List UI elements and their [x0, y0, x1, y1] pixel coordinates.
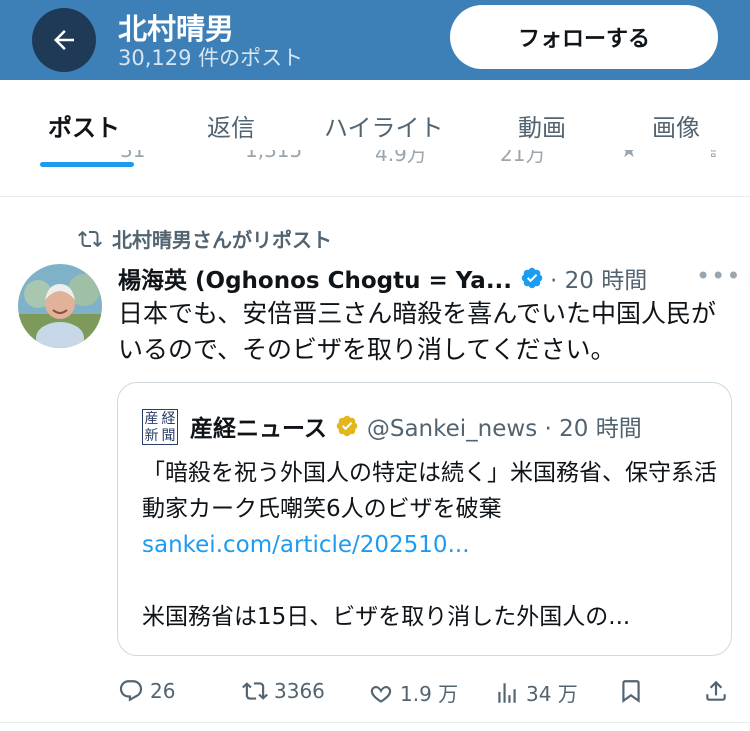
- prev-bookmark-icon[interactable]: ★: [620, 150, 638, 162]
- repost-button[interactable]: 3366: [242, 678, 325, 704]
- post-divider: [0, 196, 750, 197]
- repost-icon: [78, 230, 102, 247]
- profile-header: 北村晴男 30,129 件のポスト フォローする: [0, 0, 750, 80]
- share-icon: [706, 680, 726, 701]
- verified-badge-icon: [521, 267, 543, 289]
- repost-context[interactable]: 北村晴男さんがリポスト: [78, 224, 332, 253]
- previous-post-actions: 31 1,315 4.9万 21万 ★ ⇪: [0, 150, 750, 172]
- post-time[interactable]: · 20 時間: [550, 261, 647, 295]
- quoted-body-text: 米国務省は15日、ビザを取り消した外国人の...: [142, 604, 631, 630]
- prev-like-count: 4.9万: [375, 150, 427, 166]
- repost-count: 3366: [274, 679, 325, 703]
- views-button[interactable]: 34 万: [494, 678, 578, 707]
- arrow-left-icon: [54, 30, 74, 50]
- quoted-author-line: 産経ニュース @Sankei_news · 20 時間: [190, 409, 642, 443]
- share-button[interactable]: [703, 678, 729, 704]
- back-button[interactable]: [32, 8, 96, 72]
- quoted-headline: 「暗殺を祝う外国人の特定は続く」米国務省、保守系活動家カーク氏嘲笑6人のビザを破…: [142, 460, 717, 522]
- repost-icon: [242, 682, 268, 700]
- prev-reply-count: 31: [120, 150, 146, 162]
- heart-icon: [370, 685, 392, 703]
- view-count: 34 万: [526, 682, 578, 706]
- author-avatar[interactable]: [18, 264, 102, 348]
- like-button[interactable]: 1.9 万: [368, 678, 458, 707]
- quoted-handle-time: @Sankei_news · 20 時間: [366, 416, 642, 442]
- prev-repost-count: 1,315: [245, 150, 303, 162]
- bottom-divider: [0, 722, 750, 723]
- tab-videos[interactable]: 動画: [518, 108, 566, 143]
- quoted-post-card[interactable]: 産 経 新 聞 産経ニュース @Sankei_news · 20 時間 「暗殺を…: [117, 382, 732, 656]
- post-text: 日本でも、安倍晋三さん暗殺を喜んでいた中国人民がいるので、そのビザを取り消してく…: [118, 299, 717, 364]
- bookmark-button[interactable]: [618, 678, 644, 704]
- prev-share-icon[interactable]: ⇪: [705, 150, 722, 162]
- repost-context-text: 北村晴男さんがリポスト: [112, 228, 332, 252]
- quoted-text: 「暗殺を祝う外国人の特定は続く」米国務省、保守系活動家カーク氏嘲笑6人のビザを破…: [142, 455, 722, 563]
- reply-button[interactable]: 26: [118, 678, 175, 704]
- like-count: 1.9 万: [400, 682, 459, 706]
- bookmark-icon: [622, 680, 640, 703]
- post-author-line: 楊海英 (Oghonos Chogtu = Ya... · 20 時間: [118, 261, 647, 295]
- quoted-link[interactable]: sankei.com/article/202510...: [142, 532, 470, 558]
- post-actions: 26 3366 1.9 万 34 万: [0, 674, 750, 710]
- follow-button[interactable]: フォローする: [450, 5, 718, 69]
- tab-replies[interactable]: 返信: [207, 108, 255, 143]
- active-tab-indicator: [40, 162, 134, 167]
- gold-verified-badge-icon: [336, 415, 358, 437]
- tab-posts[interactable]: ポスト: [48, 108, 120, 143]
- logo-char: 産: [144, 410, 159, 427]
- logo-char: 聞: [161, 427, 176, 444]
- tab-highlights[interactable]: ハイライト: [324, 108, 444, 143]
- reply-icon: [119, 680, 143, 702]
- logo-char: 新: [144, 427, 159, 444]
- reply-count: 26: [150, 679, 176, 703]
- logo-char: 経: [161, 410, 176, 427]
- sankei-logo-icon: 産 経 新 聞: [142, 409, 178, 445]
- tab-images[interactable]: 画像: [652, 108, 700, 143]
- quoted-author-name: 産経ニュース: [190, 416, 327, 442]
- author-name[interactable]: 楊海英 (Oghonos Chogtu = Ya...: [118, 261, 512, 295]
- more-options-icon[interactable]: •••: [696, 262, 741, 290]
- post-count: 30,129 件のポスト: [118, 46, 304, 70]
- views-chart-icon: [498, 682, 516, 703]
- prev-view-count: 21万: [500, 150, 546, 166]
- avatar-image: [18, 264, 102, 348]
